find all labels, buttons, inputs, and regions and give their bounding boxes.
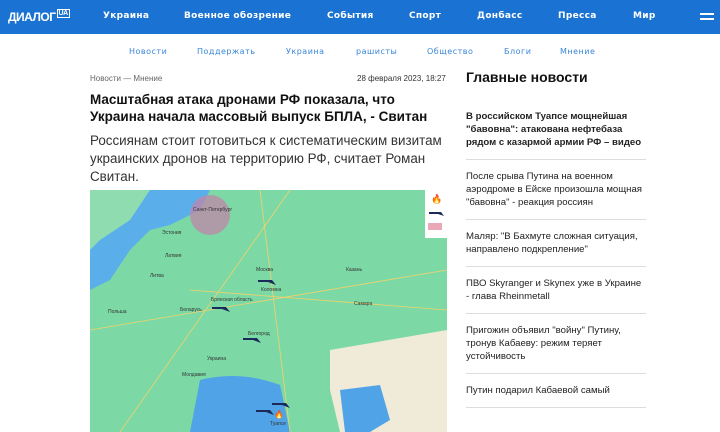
map-label: Эстония — [162, 230, 182, 236]
fire-marker: 🔥 — [274, 409, 284, 419]
top-news-list: В российском Туапсе мощнейшая "бавовна":… — [466, 110, 646, 418]
news-item[interactable]: В российском Туапсе мощнейшая "бавовна":… — [466, 110, 646, 160]
area-legend-swatch — [428, 223, 442, 230]
subnav-opinion[interactable]: Мнение — [560, 47, 595, 56]
news-item[interactable]: Маляр: "В Бахмуте сложная ситуация, напр… — [466, 230, 646, 267]
nav-press[interactable]: Пресса — [558, 11, 597, 21]
map-label: Латвия — [165, 253, 182, 259]
news-item[interactable]: После срыва Путина на военном аэродроме … — [466, 170, 646, 220]
map-label: Украина — [207, 356, 226, 362]
map-label: Белгород — [248, 331, 270, 337]
subnav-rashists[interactable]: рашисты — [356, 47, 397, 56]
subnav-society[interactable]: Общество — [427, 47, 473, 56]
publish-date: 28 февраля 2023, 18:27 — [357, 74, 446, 83]
map-label: Самара — [354, 301, 372, 307]
map-label: Молдавия — [182, 372, 206, 378]
breadcrumb[interactable]: Новости — Мнение — [90, 74, 162, 83]
map-label: Литва — [150, 273, 164, 279]
highlight-circle — [190, 195, 230, 235]
top-news-heading: Главные новости — [466, 69, 588, 85]
map-label: Казань — [346, 267, 362, 273]
nav-ukraine[interactable]: Украина — [103, 11, 149, 21]
fire-icon: 🔥 — [431, 193, 442, 205]
subnav-blogs[interactable]: Блоги — [504, 47, 531, 56]
site-logo[interactable]: ДИАЛОГ UA — [8, 9, 70, 24]
map-label: Туапсе — [270, 421, 286, 427]
nav-donbass[interactable]: Донбасс — [477, 11, 523, 21]
subnav-ukraine[interactable]: Украина — [286, 47, 325, 56]
article-map-image: 🔥 🔥 Санкт-Петербург Москва Коломна Белар… — [90, 190, 447, 432]
news-item[interactable]: Путин подарил Кабаевой самый — [466, 384, 646, 408]
map-label: Санкт-Петербург — [193, 207, 232, 213]
top-header: ДИАЛОГ UA Украина Военное обозрение Событ… — [0, 0, 720, 34]
news-item[interactable]: Пригожин объявил "войну" Путину, тронув … — [466, 324, 646, 374]
article-lead: Россиянам стоит готовиться к систематиче… — [90, 133, 442, 184]
nav-events[interactable]: События — [327, 11, 374, 21]
nav-world[interactable]: Мир — [633, 11, 656, 21]
map-label: Коломна — [261, 287, 282, 293]
subnav-news[interactable]: Новости — [129, 47, 167, 56]
map-label: Беларусь — [180, 307, 202, 313]
news-item[interactable]: ПВО Skyranger и Skynex уже в Украине - г… — [466, 277, 646, 314]
map-label: Польша — [108, 309, 127, 315]
map-label: Брянская область — [211, 297, 253, 303]
article-title: Масштабная атака дронами РФ показала, чт… — [90, 92, 428, 124]
menu-icon[interactable] — [700, 13, 714, 23]
nav-military[interactable]: Военное обозрение — [184, 11, 291, 21]
nav-sport[interactable]: Спорт — [409, 11, 441, 21]
subnav-support[interactable]: Поддержать — [197, 47, 255, 56]
map-label: Москва — [256, 267, 273, 273]
